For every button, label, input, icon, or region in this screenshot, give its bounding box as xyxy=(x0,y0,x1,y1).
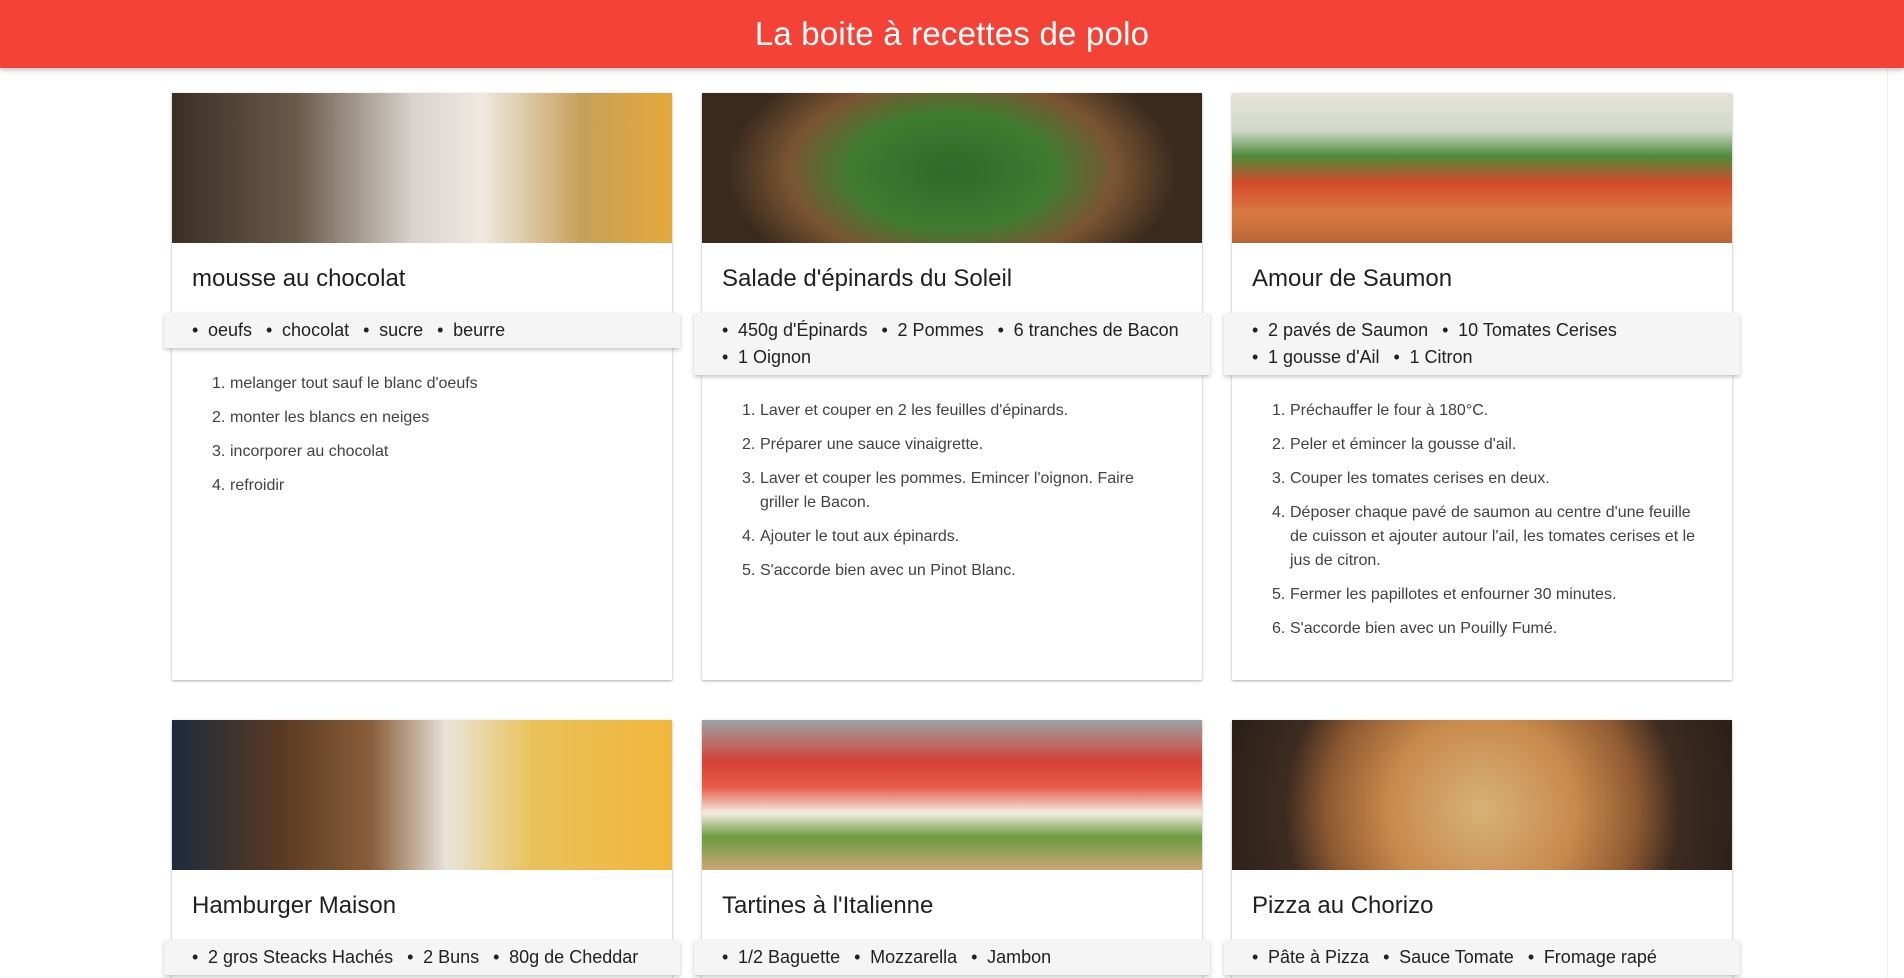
ingredient-item: Sauce Tomate xyxy=(1383,945,1514,969)
recipe-title: Amour de Saumon xyxy=(1252,265,1453,292)
ingredient-item: chocolat xyxy=(266,318,349,342)
step-item: 1. Laver et couper en 2 les feuilles d'ép… xyxy=(742,402,1069,419)
ingredient-item: sucre xyxy=(363,318,423,342)
step-text: Peler et émincer la gousse d'ail. xyxy=(1290,436,1517,453)
steps-list: 1. Préchauffer le four à 180°C. 2. Peler e… xyxy=(1232,375,1732,641)
step-item: 5. Fermer les papillotes et enfourner 30 … xyxy=(1272,586,1617,603)
ingredient-item: 80g de Cheddar xyxy=(493,945,638,969)
recipe-card-mousse-au-chocolat: mousse au chocolat oeufs chocolat sucre … xyxy=(164,93,680,680)
recipe-card-tartines-italienne: Tartines à l'Italienne 1/2 Baguette Mozz… xyxy=(694,720,1210,978)
recipe-card-salade-epinards: Salade d'épinards du Soleil 450g d'Épina… xyxy=(694,93,1210,680)
step-item: 3. incorporer au chocolat xyxy=(212,443,389,460)
step-item: 4. refroidir xyxy=(212,477,285,494)
step-item: 3. Couper les tomates cerises en deux. xyxy=(1272,470,1550,487)
recipe-card-pizza-chorizo: Pizza au Chorizo Pâte à Pizza Sauce Toma… xyxy=(1224,720,1740,978)
ingredients-list: 450g d'Épinards 2 Pommes 6 tranches de B… xyxy=(694,313,1210,375)
recipe-title: mousse au chocolat xyxy=(192,265,406,292)
steps-list: 1. melanger tout sauf le blanc d'oeufs 2.… xyxy=(172,348,672,498)
ingredient-item: 1 gousse d'Ail xyxy=(1252,345,1380,369)
ingredient-item: 2 gros Steacks Hachés xyxy=(192,945,393,969)
ingredient-item: 6 tranches de Bacon xyxy=(998,318,1179,342)
step-item: 2. Préparer une sauce vinaigrette. xyxy=(742,436,984,453)
ingredient-item: 1/2 Baguette xyxy=(722,945,840,969)
app-header: La boite à recettes de polo xyxy=(0,0,1904,68)
burger-fries-photo xyxy=(172,720,672,870)
step-item: 4. Ajouter le tout aux épinards. xyxy=(742,528,960,545)
recipe-card-hamburger-maison: Hamburger Maison 2 gros Steacks Hachés 2… xyxy=(164,720,680,978)
ingredient-item: beurre xyxy=(437,318,505,342)
step-item: 2. monter les blancs en neiges xyxy=(212,409,430,426)
tomato-tartine-photo xyxy=(702,720,1202,870)
ingredients-list: Pâte à Pizza Sauce Tomate Fromage rapé xyxy=(1224,940,1740,975)
ingredient-item: 450g d'Épinards xyxy=(722,318,868,342)
step-text: Déposer chaque pavé de saumon au centre … xyxy=(1290,504,1696,569)
recipe-title: Tartines à l'Italienne xyxy=(722,892,934,919)
recipe-card-amour-de-saumon: Amour de Saumon 2 pavés de Saumon 10 Tom… xyxy=(1224,93,1740,680)
ingredients-list: 2 gros Steacks Hachés 2 Buns 80g de Ched… xyxy=(164,940,680,975)
step-item: 6. S'accorde bien avec un Pouilly Fumé. xyxy=(1272,620,1558,637)
step-text: S'accorde bien avec un Pouilly Fumé. xyxy=(1290,620,1558,637)
step-item: 4. Déposer chaque pavé de saumon au centr… xyxy=(1272,504,1696,569)
step-text: Laver et couper en 2 les feuilles d'épin… xyxy=(760,402,1069,419)
step-text: Laver et couper les pommes. Emincer l'oi… xyxy=(760,470,1134,511)
spinach-salad-photo xyxy=(702,93,1202,243)
ingredient-item: Pâte à Pizza xyxy=(1252,945,1369,969)
ingredient-item: 1 Citron xyxy=(1394,345,1473,369)
step-item: 2. Peler et émincer la gousse d'ail. xyxy=(1272,436,1517,453)
step-text: Couper les tomates cerises en deux. xyxy=(1290,470,1550,487)
step-text: incorporer au chocolat xyxy=(230,443,389,460)
ingredient-item: 2 Buns xyxy=(407,945,479,969)
step-text: S'accorde bien avec un Pinot Blanc. xyxy=(760,562,1016,579)
step-item: 3. Laver et couper les pommes. Emincer l'… xyxy=(742,470,1134,511)
recipe-title: Hamburger Maison xyxy=(192,892,397,919)
ingredient-item: 1 Oignon xyxy=(722,345,811,369)
step-text: Préparer une sauce vinaigrette. xyxy=(760,436,984,453)
ingredients-list: oeufs chocolat sucre beurre xyxy=(164,313,680,348)
pizza-photo xyxy=(1232,720,1732,870)
salmon-plate-photo xyxy=(1232,93,1732,243)
ingredient-item: 10 Tomates Cerises xyxy=(1442,318,1617,342)
step-text: refroidir xyxy=(230,477,285,494)
ingredients-list: 1/2 Baguette Mozzarella Jambon xyxy=(694,940,1210,975)
step-text: Préchauffer le four à 180°C. xyxy=(1290,402,1489,419)
ingredient-item: Jambon xyxy=(971,945,1051,969)
recipe-title: Salade d'épinards du Soleil xyxy=(722,265,1013,292)
ingredient-item: Fromage rapé xyxy=(1528,945,1657,969)
steps-list: 1. Laver et couper en 2 les feuilles d'ép… xyxy=(702,375,1202,583)
step-text: melanger tout sauf le blanc d'oeufs xyxy=(230,375,478,392)
chef-cooking-photo xyxy=(172,93,672,243)
step-item: 5. S'accorde bien avec un Pinot Blanc. xyxy=(742,562,1016,579)
ingredient-item: 2 Pommes xyxy=(882,318,984,342)
ingredient-item: 2 pavés de Saumon xyxy=(1252,318,1428,342)
step-text: monter les blancs en neiges xyxy=(230,409,430,426)
ingredient-item: oeufs xyxy=(192,318,252,342)
step-item: 1. Préchauffer le four à 180°C. xyxy=(1272,402,1489,419)
ingredients-list: 2 pavés de Saumon 10 Tomates Cerises 1 g… xyxy=(1224,313,1740,375)
page-title: La boite à recettes de polo xyxy=(754,15,1150,52)
step-item: 1. melanger tout sauf le blanc d'oeufs xyxy=(212,375,478,392)
ingredient-item: Mozzarella xyxy=(854,945,957,969)
recipe-title: Pizza au Chorizo xyxy=(1252,892,1434,919)
scrollbar[interactable] xyxy=(1887,68,1904,978)
step-text: Ajouter le tout aux épinards. xyxy=(760,528,960,545)
step-text: Fermer les papillotes et enfourner 30 mi… xyxy=(1290,586,1617,603)
